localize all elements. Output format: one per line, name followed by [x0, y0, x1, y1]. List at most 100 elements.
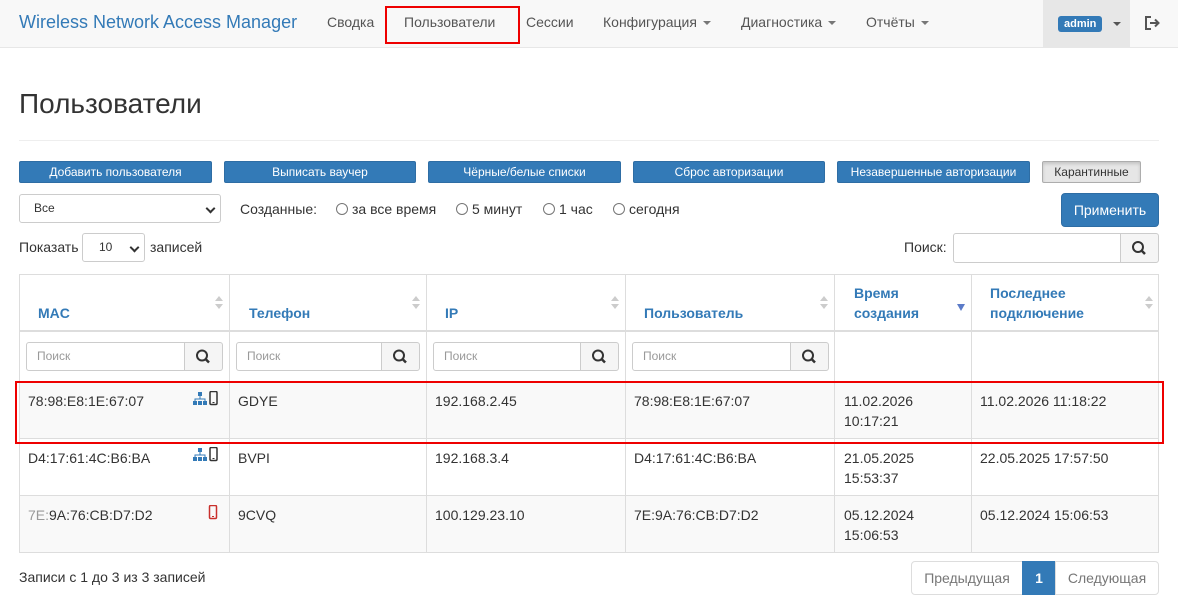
brand-link[interactable]: Wireless Network Access Manager — [19, 12, 297, 33]
add-user-button[interactable]: Добавить пользователя — [19, 161, 212, 183]
cell-mac[interactable]: D4:17:61:4C:B6:BA — [28, 448, 150, 468]
chevron-down-icon — [129, 242, 140, 253]
search-input[interactable] — [953, 233, 1121, 263]
cell-ip: 192.168.3.4 — [435, 450, 509, 466]
nav-users-highlight — [385, 6, 520, 44]
cell-ip: 100.129.23.10 — [435, 507, 525, 523]
column-header-created-line1: Время — [854, 285, 899, 301]
cell-mac[interactable]: 7E:9A:76:CB:D7:D2 — [28, 505, 153, 525]
column-header-mac[interactable]: MAC — [38, 303, 70, 323]
column-header-last-line1: Последнее — [990, 285, 1066, 301]
quarantine-toggle[interactable]: Карантинные — [1042, 161, 1141, 183]
chevron-down-icon — [1113, 22, 1121, 26]
search-icon — [1132, 241, 1146, 255]
radio-circle[interactable] — [456, 203, 468, 215]
mac-search-button[interactable] — [184, 342, 223, 371]
sort-icon — [820, 296, 828, 310]
user-search-button[interactable] — [790, 342, 829, 371]
phone-search-button[interactable] — [381, 342, 420, 371]
apply-button[interactable]: Применить — [1061, 193, 1159, 227]
created-date: 21.05.2025 — [844, 450, 915, 466]
user-search-input[interactable]: Поиск — [632, 342, 791, 371]
title-divider — [19, 140, 1159, 141]
pagination-previous[interactable]: Предыдущая — [911, 561, 1023, 595]
nav-diagnostics[interactable]: Диагностика — [741, 14, 837, 30]
user-type-select[interactable]: Все — [19, 194, 221, 223]
row-divider — [19, 495, 1159, 496]
cell-user[interactable]: D4:17:61:4C:B6:BA — [634, 448, 756, 468]
created-date: 05.12.2024 — [844, 507, 915, 523]
radio-all-time[interactable]: за все время — [336, 201, 436, 217]
radio-1-hour-label: 1 час — [559, 201, 593, 217]
sort-icon — [215, 296, 223, 310]
cell-phone: BVPI — [238, 450, 270, 466]
search-icon — [802, 349, 816, 364]
column-header-last-line2: подключение — [990, 305, 1084, 321]
table-info: Записи с 1 до 3 из 3 записей — [19, 569, 206, 585]
cell-last-connection: 22.05.2025 17:57:50 — [980, 450, 1109, 466]
navbar: Wireless Network Access Manager Сводка П… — [0, 0, 1178, 48]
show-label: Показать — [19, 239, 79, 255]
page-title: Пользователи — [19, 88, 202, 119]
radio-circle[interactable] — [336, 203, 348, 215]
sort-icon — [1145, 296, 1153, 310]
column-header-created-line2: создания — [854, 305, 920, 321]
column-header-ip[interactable]: IP — [445, 303, 458, 323]
radio-circle[interactable] — [613, 203, 625, 215]
search-icon — [592, 349, 606, 364]
mac-prefix: 7E: — [28, 507, 50, 523]
logout-icon[interactable] — [1143, 14, 1161, 32]
issue-voucher-button[interactable]: Выписать ваучер — [224, 161, 416, 183]
column-header-created[interactable]: Время создания — [854, 283, 919, 323]
column-header-phone[interactable]: Телефон — [249, 303, 310, 323]
chevron-down-icon — [205, 203, 216, 214]
ip-search-input[interactable]: Поиск — [433, 342, 581, 371]
column-header-last-connection[interactable]: Последнее подключение — [990, 283, 1084, 323]
phone-search-input[interactable]: Поиск — [236, 342, 382, 371]
cell-created: 21.05.2025 15:53:37 — [844, 448, 914, 488]
search-icon — [393, 349, 407, 364]
nav-reports[interactable]: Отчёты — [866, 14, 929, 30]
pending-auth-button[interactable]: Незавершенные авторизации — [837, 161, 1030, 183]
network-icon — [193, 447, 218, 462]
cell-created: 05.12.2024 15:06:53 — [844, 505, 914, 545]
user-menu[interactable]: admin — [1043, 0, 1130, 48]
chevron-down-icon — [828, 21, 837, 26]
nav-configuration[interactable]: Конфигурация — [603, 14, 711, 30]
reset-auth-button[interactable]: Сброс авторизации — [633, 161, 825, 183]
radio-today-label: сегодня — [629, 201, 680, 217]
pagination-page-1[interactable]: 1 — [1022, 561, 1056, 595]
chevron-down-icon — [920, 21, 929, 26]
radio-5-minutes-label: 5 минут — [472, 201, 523, 217]
radio-today[interactable]: сегодня — [613, 201, 680, 217]
page-length-value: 10 — [99, 240, 113, 254]
radio-circle[interactable] — [543, 203, 555, 215]
column-header-user[interactable]: Пользователь — [644, 303, 743, 323]
sort-icon — [412, 296, 420, 310]
mobile-red-icon — [208, 505, 218, 520]
pagination-next[interactable]: Следующая — [1055, 561, 1159, 595]
sort-desc-icon — [957, 304, 965, 311]
radio-5-minutes[interactable]: 5 минут — [456, 201, 522, 217]
cell-last-connection: 05.12.2024 15:06:53 — [980, 507, 1109, 523]
black-white-lists-button[interactable]: Чёрные/белые списки — [428, 161, 621, 183]
created-time: 15:06:53 — [844, 527, 899, 543]
search-button[interactable] — [1120, 233, 1159, 263]
nav-summary[interactable]: Сводка — [327, 14, 374, 30]
nav-diagnostics-label: Диагностика — [741, 14, 823, 30]
cell-user[interactable]: 7E:9A:76:CB:D7:D2 — [634, 505, 759, 525]
nav-reports-label: Отчёты — [866, 14, 915, 30]
ip-search-button[interactable] — [580, 342, 619, 371]
page-length-select[interactable]: 10 — [82, 233, 145, 262]
mac-search-input[interactable]: Поиск — [26, 342, 185, 371]
nav-sessions[interactable]: Сессии — [526, 14, 574, 30]
entries-label: записей — [150, 239, 203, 255]
created-time: 15:53:37 — [844, 470, 899, 486]
radio-1-hour[interactable]: 1 час — [543, 201, 593, 217]
cell-phone: 9CVQ — [238, 507, 277, 523]
user-type-select-value: Все — [34, 201, 55, 215]
sort-icon — [611, 296, 619, 310]
chevron-down-icon — [702, 21, 711, 26]
search-icon — [196, 349, 210, 364]
search-label: Поиск: — [904, 239, 947, 255]
